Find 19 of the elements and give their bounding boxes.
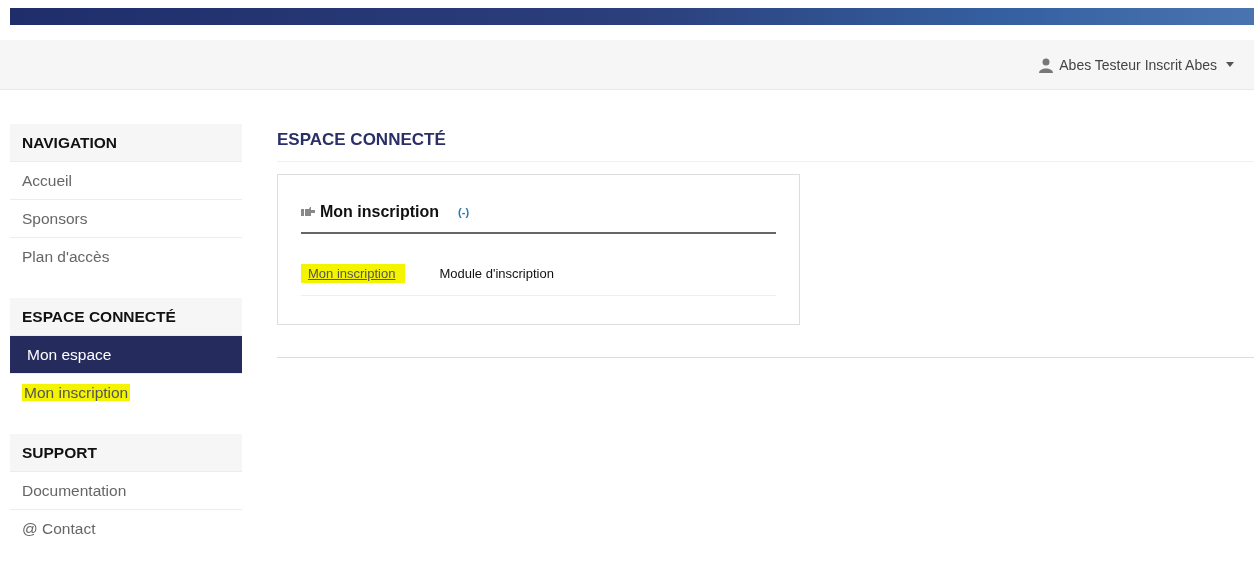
caret-icon [1226,62,1234,67]
sidebar-item[interactable]: Accueil [10,162,242,200]
sidebar-item[interactable]: Documentation [10,472,242,510]
sidebar-item[interactable]: Mon espace [10,336,242,374]
sidebar-section-title: NAVIGATION [10,124,242,162]
collapse-link[interactable]: (-) [458,206,470,218]
sidebar-section-title: SUPPORT [10,434,242,472]
sidebar-section-title: ESPACE CONNECTÉ [10,298,242,336]
sidebar-item[interactable]: Mon inscription [10,374,242,411]
sidebar-item[interactable]: Plan d'accès [10,238,242,275]
page-title: ESPACE CONNECTÉ [277,124,1254,162]
registration-link[interactable]: Mon inscription [301,264,406,283]
user-menu[interactable]: Abes Testeur Inscrit Abes [1038,56,1234,73]
sidebar-item[interactable]: @ Contact [10,510,242,547]
pointing-hand-icon [301,207,315,217]
panel-title: Mon inscription [320,203,440,221]
sidebar-item[interactable]: Sponsors [10,200,242,238]
module-description: Module d'inscription [439,266,554,281]
user-icon [1038,56,1055,73]
